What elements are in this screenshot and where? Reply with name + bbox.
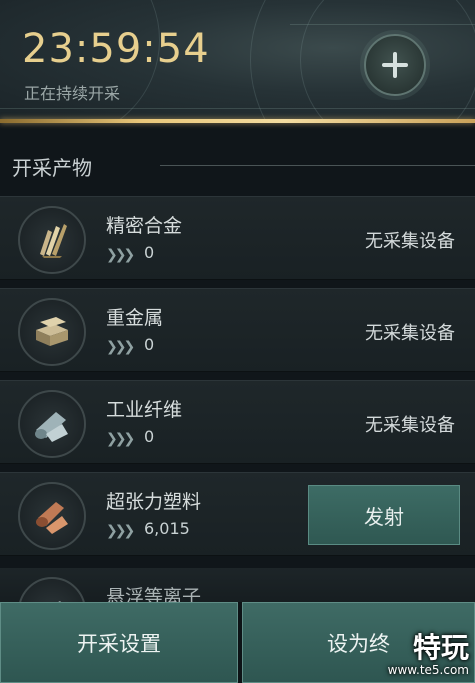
item-status: 无采集设备 [365, 323, 455, 344]
list-item-heavy-metal[interactable]: 重金属 ❯❯❯ 0 无采集设备 [0, 288, 475, 372]
section-divider [160, 165, 475, 166]
heavy-metal-icon [36, 317, 68, 346]
item-name: 重金属 [106, 307, 164, 329]
list-item-plastic[interactable]: 超张力塑料 ❯❯❯ 6,015 发射 [0, 472, 475, 556]
mining-status: 正在持续开采 [24, 84, 121, 103]
fiber-icon [35, 412, 68, 442]
header-divider [0, 119, 475, 123]
chevron-right-icon: ❯❯❯ [106, 523, 135, 539]
item-quantity: 0 [144, 335, 155, 354]
plastic-icon [36, 502, 68, 534]
item-icon-frame [18, 390, 86, 458]
mining-settings-button[interactable]: 开采设置 [0, 602, 238, 683]
list-item-fiber[interactable]: 工业纤维 ❯❯❯ 0 无采集设备 [0, 380, 475, 464]
watermark-brand: 特玩 [412, 631, 469, 664]
item-quantity: 6,015 [144, 519, 190, 538]
decor-line [0, 108, 475, 109]
item-status: 无采集设备 [365, 415, 455, 436]
chevron-right-icon: ❯❯❯ [106, 339, 135, 355]
item-status: 无采集设备 [365, 231, 455, 252]
launch-button[interactable]: 发射 [308, 485, 460, 545]
decor-line [290, 24, 475, 25]
chevron-right-icon: ❯❯❯ [106, 247, 135, 263]
item-icon-frame [18, 206, 86, 274]
list-item-alloy[interactable]: 精密合金 ❯❯❯ 0 无采集设备 [0, 196, 475, 280]
chevron-right-icon: ❯❯❯ [106, 431, 135, 447]
mining-timer: 23:59:54 [22, 26, 210, 72]
item-icon-frame [18, 482, 86, 550]
watermark: 特玩 www.te5.com [387, 631, 469, 678]
watermark-url: www.te5.com [387, 663, 469, 677]
item-icon-frame [18, 298, 86, 366]
add-button[interactable] [364, 34, 426, 96]
alloy-icon [40, 224, 67, 258]
item-quantity: 0 [144, 243, 155, 262]
section-title: 开采产物 [12, 156, 92, 180]
item-name: 精密合金 [106, 215, 183, 237]
bottom-bar: 开采设置 设为终 特玩 www.te5.com [0, 602, 475, 683]
item-name: 工业纤维 [106, 399, 183, 421]
item-name: 超张力塑料 [106, 491, 202, 513]
header-panel: 23:59:54 正在持续开采 [0, 0, 475, 120]
item-quantity: 0 [144, 427, 155, 446]
